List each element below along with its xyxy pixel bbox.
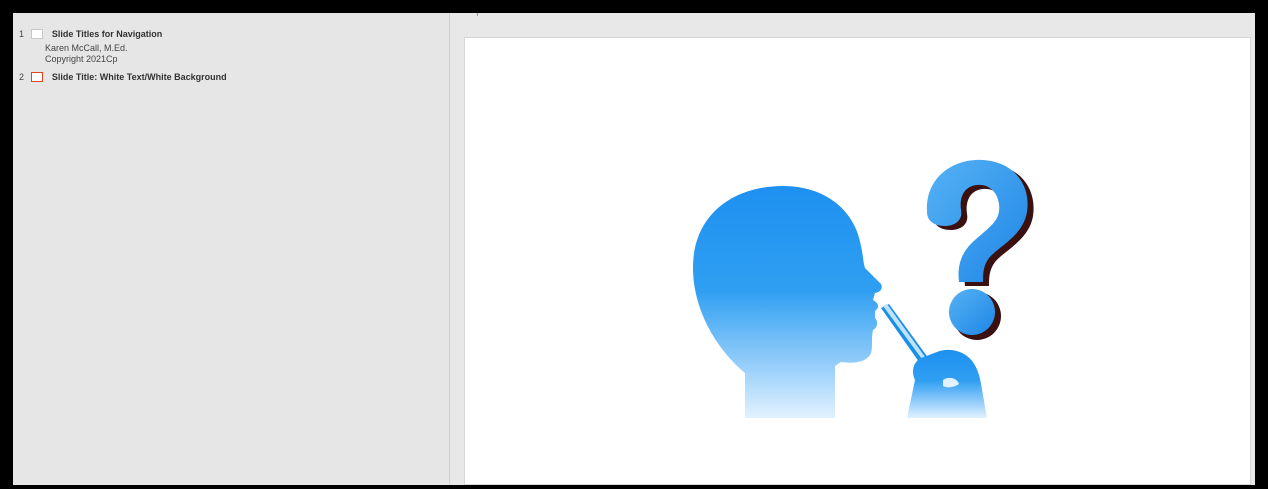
slide-subtitle-line[interactable]: Karen McCall, M.Ed. [45, 43, 449, 54]
slide-number: 1 [19, 28, 25, 39]
slide-editing-pane [451, 13, 1255, 485]
hand-icon [907, 349, 987, 418]
slide-number: 2 [19, 71, 25, 82]
slide-thumbnail-selected-icon[interactable] [31, 71, 44, 82]
app-window: 1 Slide Titles for Navigation Karen McCa… [13, 13, 1255, 485]
slide-canvas[interactable] [464, 37, 1251, 485]
head-silhouette-icon [693, 186, 882, 418]
outline-slide-2[interactable]: 2 Slide Title: White Text/White Backgrou… [19, 65, 449, 86]
slide-subtitle-line[interactable]: Copyright 2021Cp [45, 54, 449, 65]
question-mark-icon [926, 159, 1034, 340]
slide-title[interactable]: Slide Title: White Text/White Background [52, 72, 227, 82]
ruler-tick [477, 13, 478, 16]
slide-thumbnail-icon[interactable] [31, 28, 44, 39]
outline-slide-1[interactable]: 1 Slide Titles for Navigation Karen McCa… [19, 13, 449, 65]
slide-title[interactable]: Slide Titles for Navigation [52, 29, 162, 39]
outline-pane[interactable]: 1 Slide Titles for Navigation Karen McCa… [13, 13, 450, 485]
thinking-person-image[interactable] [675, 158, 1035, 448]
